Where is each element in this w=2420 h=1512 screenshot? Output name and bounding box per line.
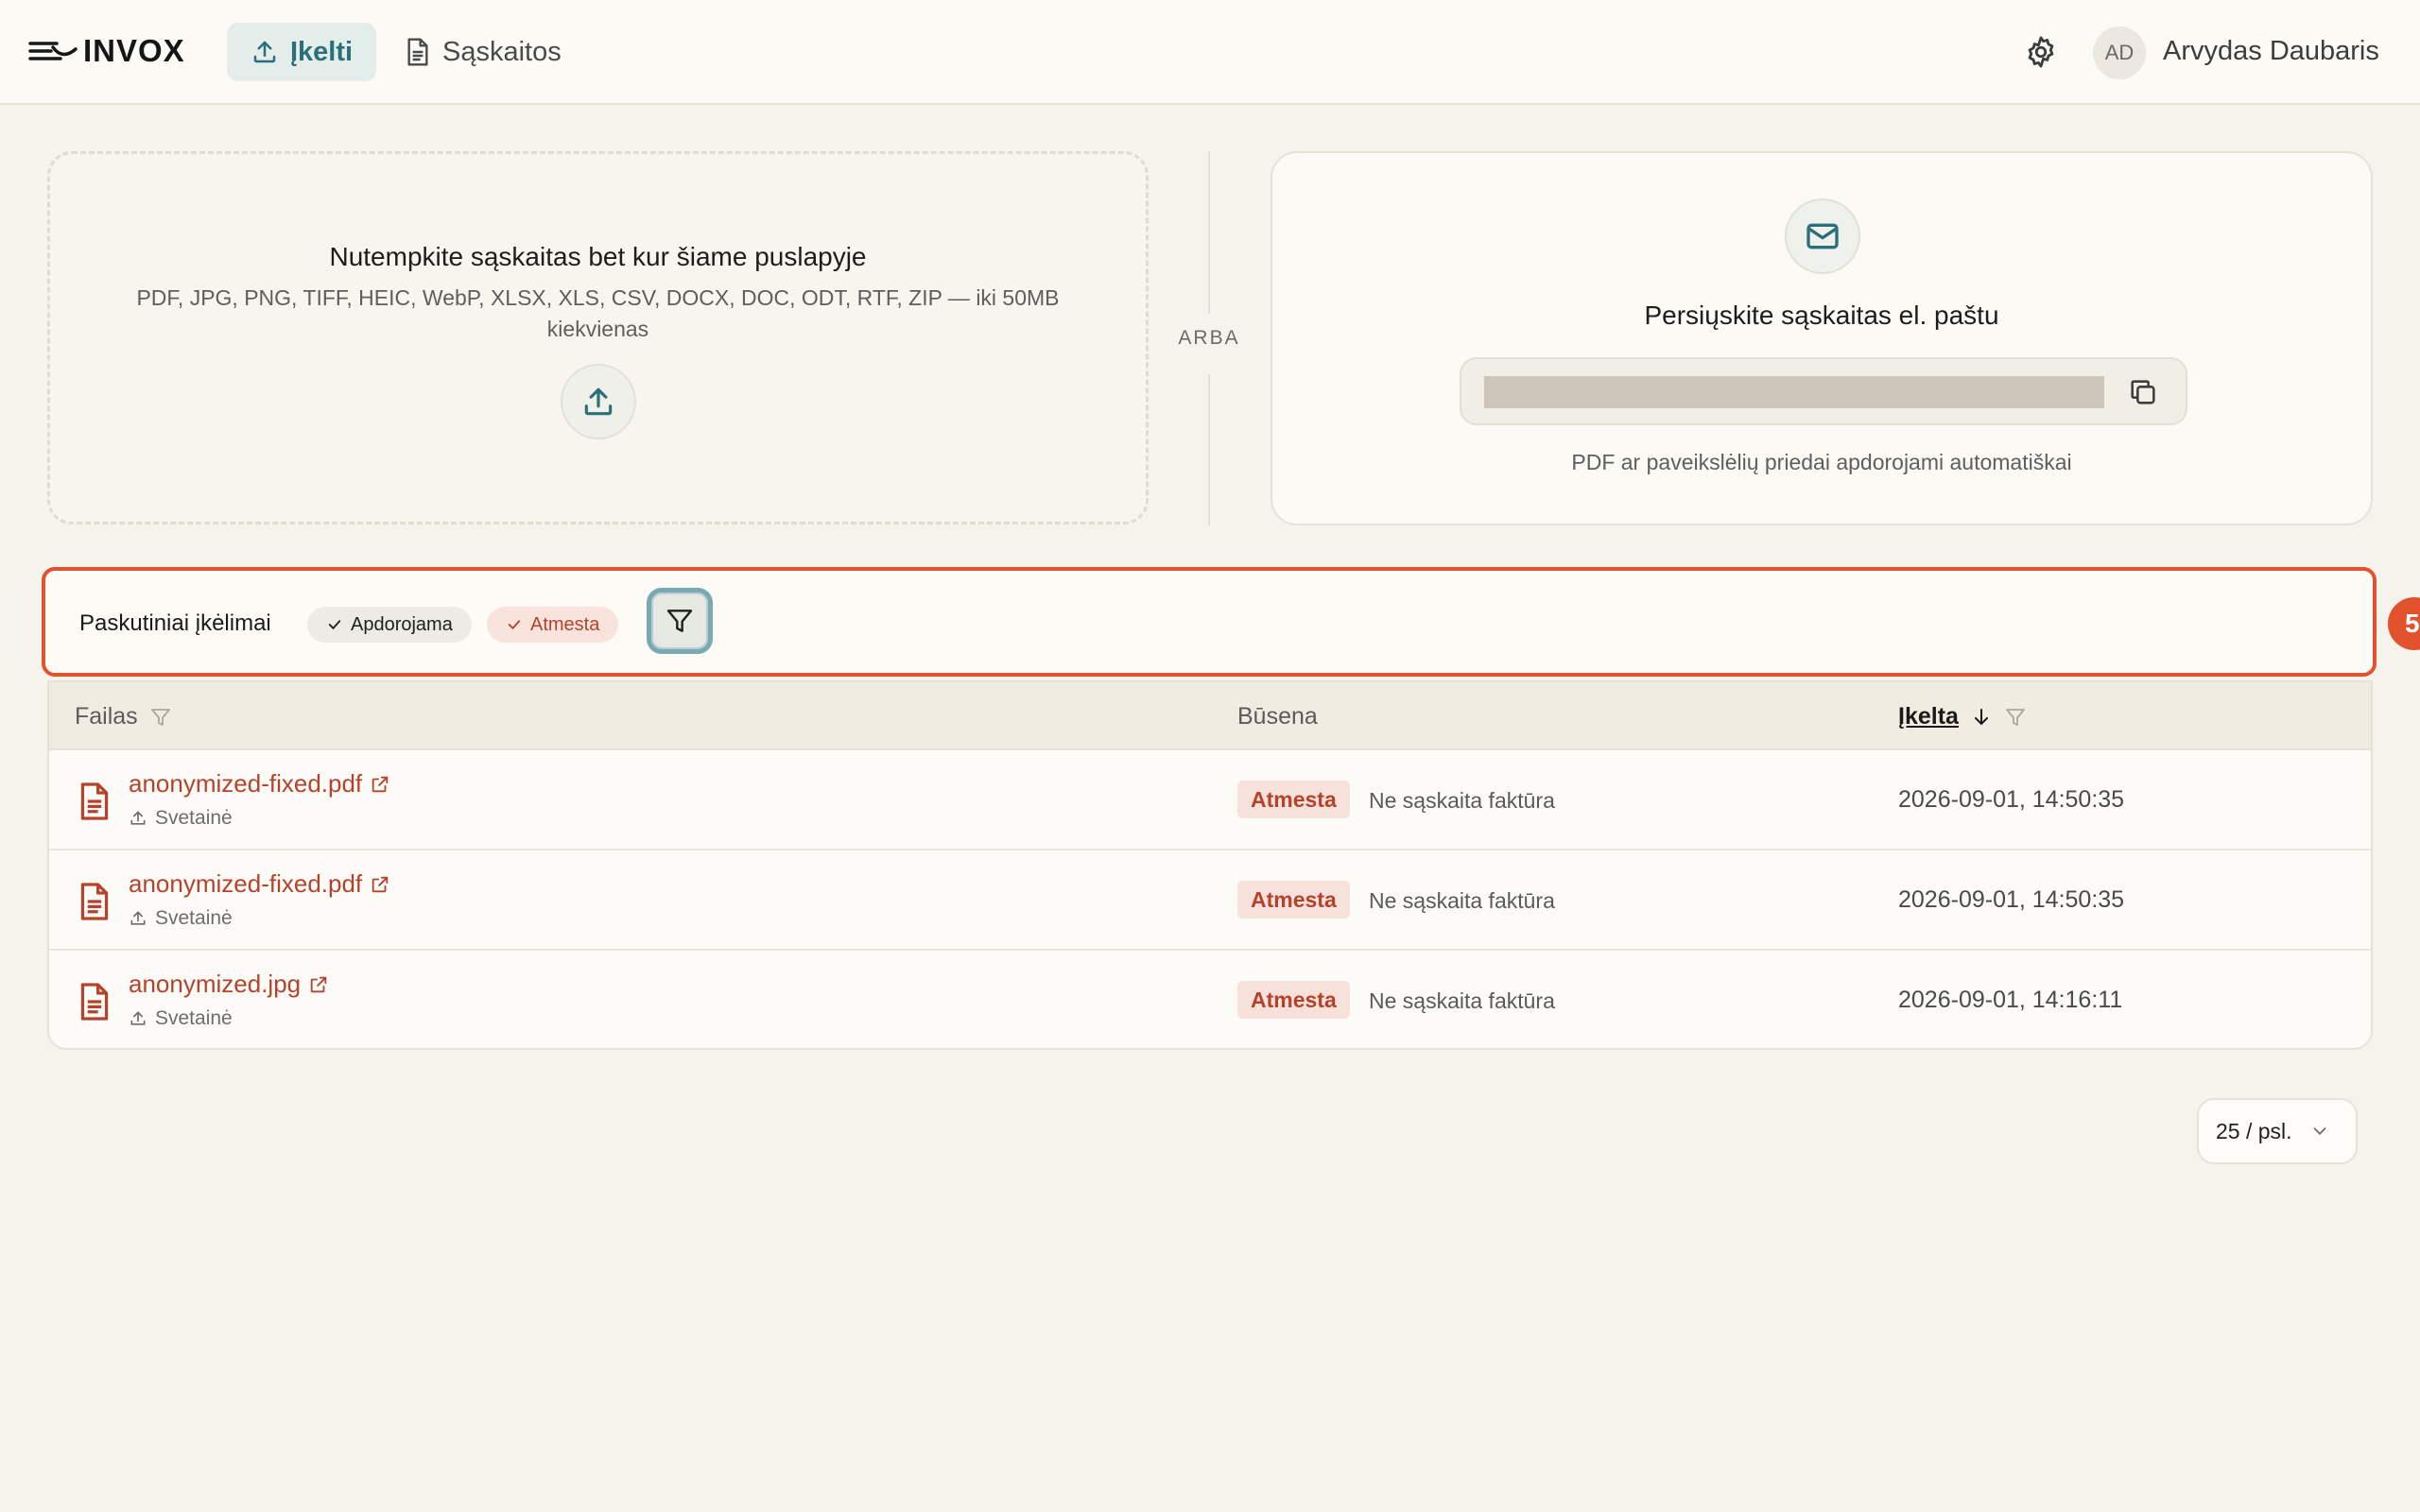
nav-invoices-label: Sąskaitos [442, 36, 562, 67]
status-reason: Ne sąskaita faktūra [1369, 788, 1555, 813]
upload-icon [253, 41, 276, 63]
filter-button[interactable] [647, 588, 713, 654]
uploads-table: Failas Būsena Įkelta anonymized-fixed.pd… [47, 680, 2373, 1050]
drop-zone[interactable]: Nutempkite sąskaitas bet kur šiame pusla… [47, 151, 1149, 524]
gear-icon[interactable] [2023, 34, 2059, 70]
column-file[interactable]: Failas [75, 703, 172, 730]
upload-button[interactable] [561, 364, 636, 439]
chevron-down-icon [2313, 1127, 2325, 1136]
upload-icon [130, 1011, 146, 1025]
avatar[interactable]: AD [2093, 26, 2146, 79]
upload-icon [130, 811, 146, 825]
upload-icon [130, 911, 146, 925]
top-bar: INVOX Įkelti Sąskaitos AD Arvydas Daubar… [0, 0, 2420, 105]
column-status: Būsena [1237, 703, 1318, 730]
file-source: Svetainė [129, 1007, 233, 1030]
table-row[interactable]: anonymized.jpg Svetainė Atmesta Ne sąska… [49, 951, 2371, 1048]
external-link-icon[interactable] [308, 974, 329, 995]
separator-line-bottom [1208, 374, 1210, 525]
mail-icon-badge [1785, 198, 1860, 274]
file-source-label: Svetainė [155, 907, 233, 929]
brand-name: INVOX [83, 33, 185, 68]
status-badge: Atmesta [1237, 981, 1350, 1019]
file-icon [80, 883, 109, 920]
uploaded-timestamp: 2026-09-01, 14:50:35 [1898, 786, 2125, 813]
filter-icon[interactable] [149, 706, 172, 729]
drop-zone-formats: PDF, JPG, PNG, TIFF, HEIC, WebP, XLSX, X… [136, 285, 1060, 341]
status-reason: Ne sąskaita faktūra [1369, 988, 1555, 1013]
column-uploaded-label[interactable]: Įkelta [1898, 703, 1959, 730]
file-icon [80, 782, 109, 820]
filter-icon[interactable] [2004, 706, 2027, 729]
logo-icon [28, 42, 78, 60]
email-address-field[interactable] [1460, 357, 2187, 425]
drop-zone-title: Nutempkite sąskaitas bet kur šiame pusla… [329, 242, 867, 271]
status-badge: Atmesta [1237, 881, 1350, 919]
status-badge: Atmesta [1237, 781, 1350, 818]
nav-upload-label: Įkelti [289, 36, 354, 67]
step-badge: 5 [2388, 597, 2420, 650]
filter-chip-processing-label: Apdorojama [351, 613, 453, 635]
table-header: Failas Būsena Įkelta [49, 682, 2371, 750]
external-link-icon[interactable] [370, 874, 390, 895]
separator-line-top [1208, 151, 1210, 314]
nav-invoices-tab[interactable]: Sąskaitos [405, 23, 562, 81]
check-icon [508, 620, 521, 630]
file-name: anonymized-fixed.pdf [129, 869, 363, 898]
separator-label: ARBA [1178, 327, 1240, 349]
file-source-label: Svetainė [155, 1007, 233, 1029]
file-link[interactable]: anonymized.jpg [129, 970, 329, 999]
column-uploaded[interactable]: Įkelta [1898, 703, 2027, 730]
email-address-redacted [1484, 376, 2104, 408]
email-forward-card: Persiųskite sąskaitas el. paštu PDF ar p… [1270, 151, 2373, 525]
recent-uploads-bar: Paskutiniai įkėlimai Apdorojama Atmesta [42, 567, 2377, 677]
sort-down-icon[interactable] [1970, 706, 1993, 729]
column-status-label: Būsena [1237, 703, 1318, 730]
column-file-label: Failas [75, 703, 138, 730]
filter-chip-rejected-label: Atmesta [530, 613, 600, 635]
user-name[interactable]: Arvydas Daubaris [2163, 36, 2379, 67]
page-size-select[interactable]: 25 / psl. [2197, 1098, 2358, 1164]
uploaded-timestamp: 2026-09-01, 14:50:35 [1898, 886, 2125, 913]
file-source: Svetainė [129, 907, 233, 930]
document-icon [407, 38, 428, 66]
logo[interactable]: INVOX [28, 32, 185, 70]
uploaded-timestamp: 2026-09-01, 14:16:11 [1898, 987, 2123, 1013]
check-icon [328, 620, 341, 630]
file-link[interactable]: anonymized-fixed.pdf [129, 769, 390, 799]
filter-chip-processing[interactable]: Apdorojama [307, 607, 472, 643]
email-card-note: PDF ar paveikslėlių priedai apdorojami a… [1571, 450, 2072, 474]
file-name: anonymized-fixed.pdf [129, 769, 363, 798]
copy-icon[interactable] [2127, 376, 2159, 408]
status-reason: Ne sąskaita faktūra [1369, 888, 1555, 913]
external-link-icon[interactable] [370, 774, 390, 795]
recent-uploads-title: Paskutiniai įkėlimai [79, 610, 271, 636]
email-card-title: Persiųskite sąskaitas el. paštu [1644, 301, 1999, 330]
mail-icon [1806, 223, 1839, 249]
nav-upload-tab[interactable]: Įkelti [227, 23, 376, 81]
filter-chip-rejected[interactable]: Atmesta [487, 607, 619, 643]
filter-icon [666, 610, 693, 632]
page-size-value: 25 / psl. [2216, 1118, 2292, 1143]
file-source: Svetainė [129, 807, 233, 830]
upload-icon [584, 387, 613, 416]
file-source-label: Svetainė [155, 807, 233, 829]
table-row[interactable]: anonymized-fixed.pdf Svetainė Atmesta Ne… [49, 850, 2371, 951]
file-icon [80, 983, 109, 1021]
file-name: anonymized.jpg [129, 970, 302, 998]
table-row[interactable]: anonymized-fixed.pdf Svetainė Atmesta Ne… [49, 750, 2371, 850]
file-link[interactable]: anonymized-fixed.pdf [129, 869, 390, 899]
